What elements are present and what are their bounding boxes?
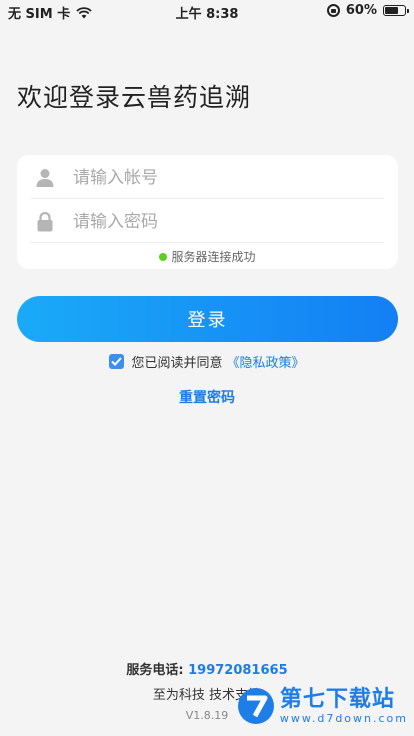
field-divider [31,198,384,199]
service-label: 服务电话: [126,663,184,678]
checkmark-icon [111,357,123,366]
service-phone-row: 服务电话: 19972081665 [0,659,414,678]
status-dot-icon [159,252,168,261]
battery-icon [383,5,409,16]
connection-status: 服务器连接成功 [17,248,398,265]
password-input[interactable] [73,212,373,232]
field-divider [31,242,384,243]
page-title: 欢迎登录云兽药追溯 [17,83,252,112]
orientation-lock-icon [326,4,340,17]
watermark-title: 第七下载站 [279,686,395,712]
status-right: 60% [326,3,409,18]
watermark-url: www.d7down.com [279,711,408,725]
reset-password-link[interactable]: 重置密码 [0,387,414,407]
password-field [17,201,398,243]
account-field [17,157,398,199]
agreement-text: 您已阅读并同意 [131,356,223,371]
agreement-checkbox[interactable] [109,354,125,369]
watermark-logo-icon [237,688,274,724]
watermark: 第七下载站 www.d7down.com [236,686,408,726]
battery-percent: 60% [345,3,377,18]
login-form-card: 服务器连接成功 [17,155,398,269]
login-button[interactable]: 登录 [17,296,398,342]
lock-icon [17,212,73,232]
connection-status-text: 服务器连接成功 [171,250,256,264]
account-input[interactable] [73,168,373,188]
service-phone-link[interactable]: 19972081665 [188,663,288,678]
agreement-row: 您已阅读并同意 《隐私政策》 [0,352,414,371]
status-bar: 无 SIM 卡 上午 8:38 60% [0,0,414,24]
user-icon [17,168,73,188]
privacy-policy-link[interactable]: 《隐私政策》 [227,352,305,371]
